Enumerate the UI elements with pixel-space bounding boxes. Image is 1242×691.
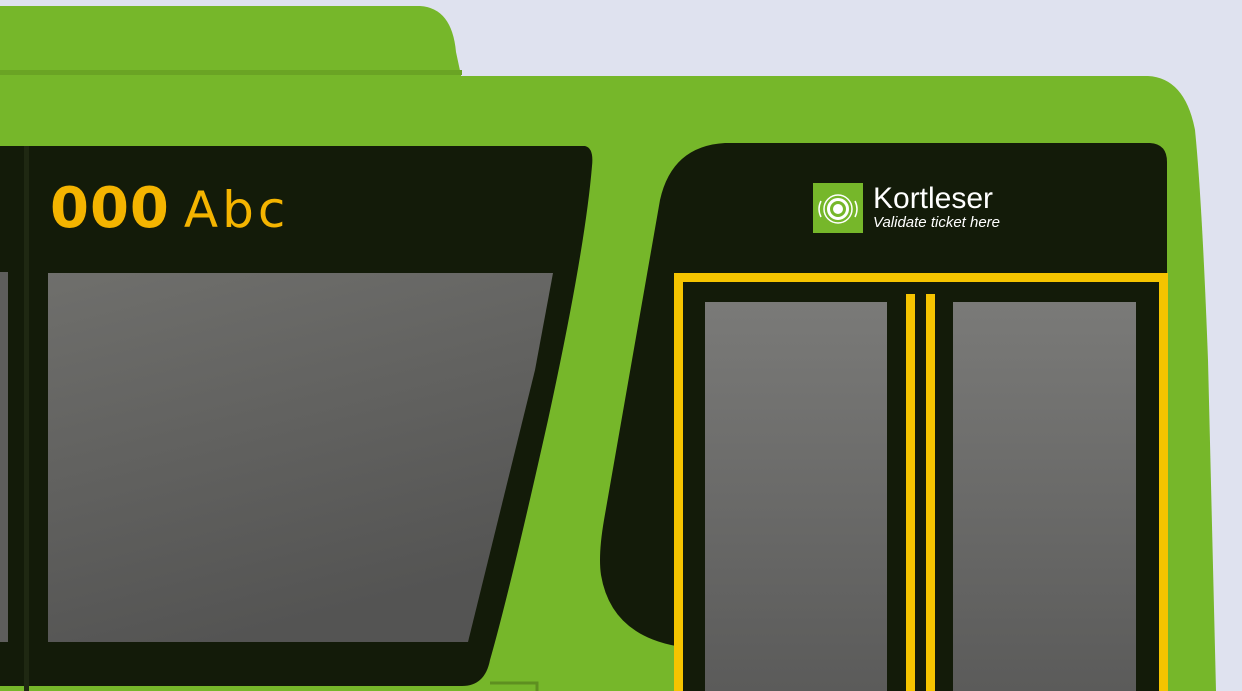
validator-text: Kortleser Validate ticket here (873, 184, 1000, 232)
door-right-glass (953, 302, 1136, 691)
window-pillar (24, 146, 29, 691)
bus-body-illustration (0, 6, 1216, 691)
bus-side-scene: 000 Abc Kortleser Validate ticket here (0, 0, 1242, 691)
roof-seam (0, 70, 462, 75)
validator-subtitle: Validate ticket here (873, 214, 1001, 231)
door-seal-left (906, 294, 915, 691)
roof-upper-section (0, 6, 462, 80)
door-seal-right (926, 294, 935, 691)
contactless-card-reader-icon (813, 183, 863, 233)
route-number: 000 (50, 176, 170, 241)
front-window-glass (48, 273, 553, 642)
route-destination-name: Abc (183, 181, 290, 239)
validator-title: Kortleser (873, 182, 994, 215)
route-destination-sign: 000 Abc (50, 176, 289, 241)
door-left-glass (705, 302, 887, 691)
ticket-validator-sign: Kortleser Validate ticket here (813, 183, 1000, 233)
left-glass-strip (0, 272, 8, 642)
